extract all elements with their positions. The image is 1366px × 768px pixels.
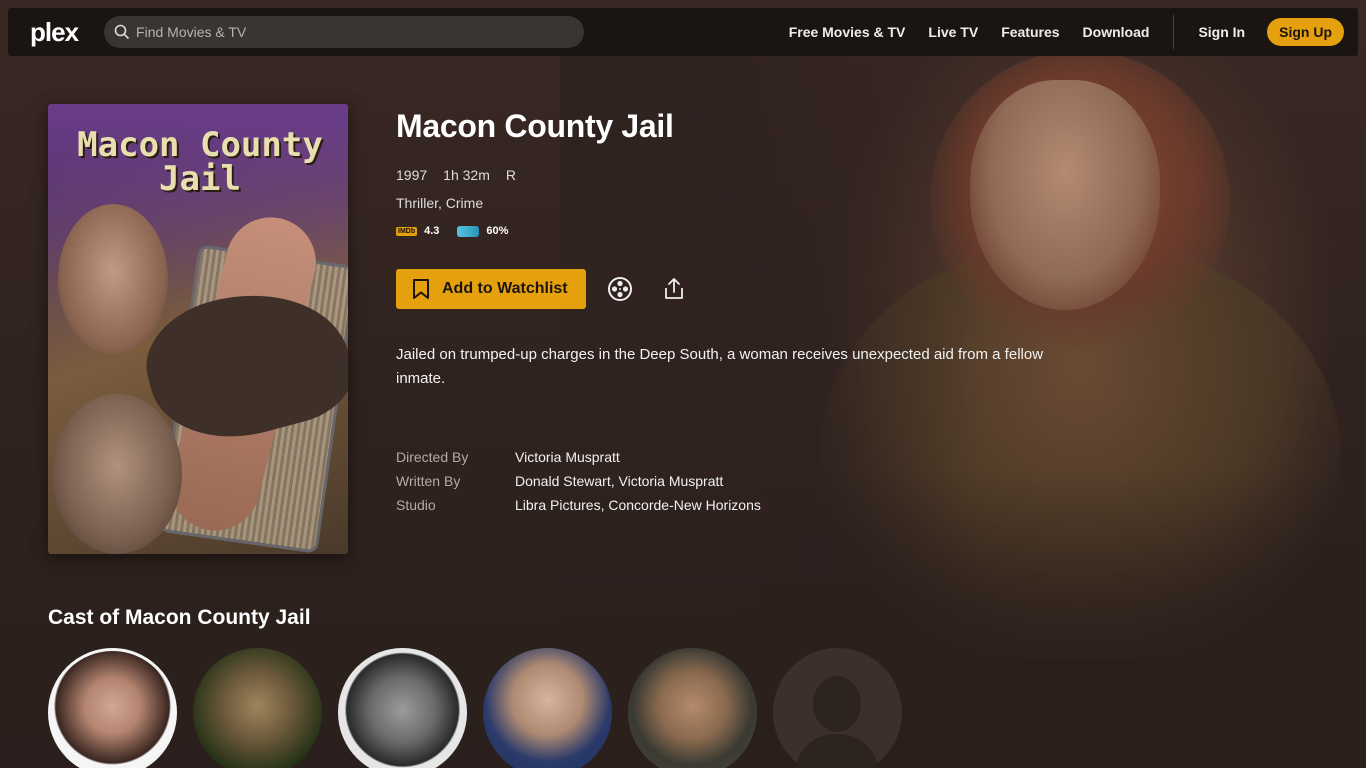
cast-member-avatar[interactable] xyxy=(483,648,612,768)
cast-heading: Cast of Macon County Jail xyxy=(48,606,311,629)
credit-label: Directed By xyxy=(396,449,469,465)
cast-member-avatar[interactable] xyxy=(48,648,177,768)
search-box[interactable] xyxy=(104,16,585,48)
credit-row-studio: Studio Libra Pictures, Concorde-New Hori… xyxy=(396,493,1116,517)
movie-summary: Jailed on trumped-up charges in the Deep… xyxy=(396,346,1044,387)
ratings-row: IMDb 4.3 60% xyxy=(396,225,1116,237)
search-input[interactable] xyxy=(136,24,557,40)
cast-list xyxy=(48,648,918,768)
imdb-icon: IMDb xyxy=(396,226,418,236)
credits-list: Directed By Victoria Muspratt Written By… xyxy=(396,445,1116,517)
nav-features[interactable]: Features xyxy=(1001,24,1059,40)
nav-live-tv[interactable]: Live TV xyxy=(928,24,978,40)
movie-duration: 1h 32m xyxy=(443,167,490,183)
credit-label: Studio xyxy=(396,497,436,513)
bookmark-icon xyxy=(413,279,429,299)
sign-in-link[interactable]: Sign In xyxy=(1198,24,1245,40)
page: plex Free Movies & TV Live TV Features D… xyxy=(0,0,1366,768)
tomatometer-icon xyxy=(457,225,480,237)
movie-poster[interactable]: Macon County Jail xyxy=(48,104,348,554)
cast-member-avatar[interactable] xyxy=(193,648,322,768)
action-row: Add to Watchlist xyxy=(396,269,1116,309)
cast-member-avatar[interactable] xyxy=(338,648,467,768)
watchlist-label: Add to Watchlist xyxy=(442,280,568,297)
sign-up-button[interactable]: Sign Up xyxy=(1267,18,1344,46)
nav-free-movies-tv[interactable]: Free Movies & TV xyxy=(789,24,906,40)
movie-genres: Thriller, Crime xyxy=(396,195,484,211)
top-nav-bar: plex Free Movies & TV Live TV Features D… xyxy=(8,8,1358,56)
imdb-score: 4.3 xyxy=(424,225,440,237)
movie-year: 1997 xyxy=(396,167,428,183)
credit-value[interactable]: Libra Pictures, Concorde-New Horizons xyxy=(515,497,761,513)
share-button[interactable] xyxy=(654,269,694,309)
film-reel-icon xyxy=(608,277,632,301)
credit-row-director: Directed By Victoria Muspratt xyxy=(396,445,1116,469)
cast-member-avatar[interactable] xyxy=(628,648,757,768)
credit-label: Written By xyxy=(396,473,461,489)
movie-rating: R xyxy=(505,167,516,183)
person-placeholder-icon[interactable] xyxy=(773,648,902,768)
search-icon xyxy=(114,24,130,40)
plex-logo[interactable]: plex xyxy=(30,17,79,48)
main-nav: Free Movies & TV Live TV Features Downlo… xyxy=(766,15,1344,49)
add-to-watchlist-button[interactable]: Add to Watchlist xyxy=(396,269,586,309)
movie-meta: 1997 1h 32m R xyxy=(396,167,1116,183)
nav-divider xyxy=(1173,15,1175,49)
poster-title: Macon County Jail xyxy=(77,125,323,199)
credit-value[interactable]: Donald Stewart, Victoria Muspratt xyxy=(515,473,723,489)
credit-row-writer: Written By Donald Stewart, Victoria Musp… xyxy=(396,469,1116,493)
share-icon xyxy=(665,278,683,299)
tomatometer-score: 60% xyxy=(486,225,509,237)
nav-download[interactable]: Download xyxy=(1083,24,1150,40)
trailer-button[interactable] xyxy=(600,269,640,309)
movie-title: Macon County Jail xyxy=(396,108,674,144)
credit-value[interactable]: Victoria Muspratt xyxy=(515,449,620,465)
movie-details: Macon County Jail 1997 1h 32m R Thriller… xyxy=(396,104,1116,517)
